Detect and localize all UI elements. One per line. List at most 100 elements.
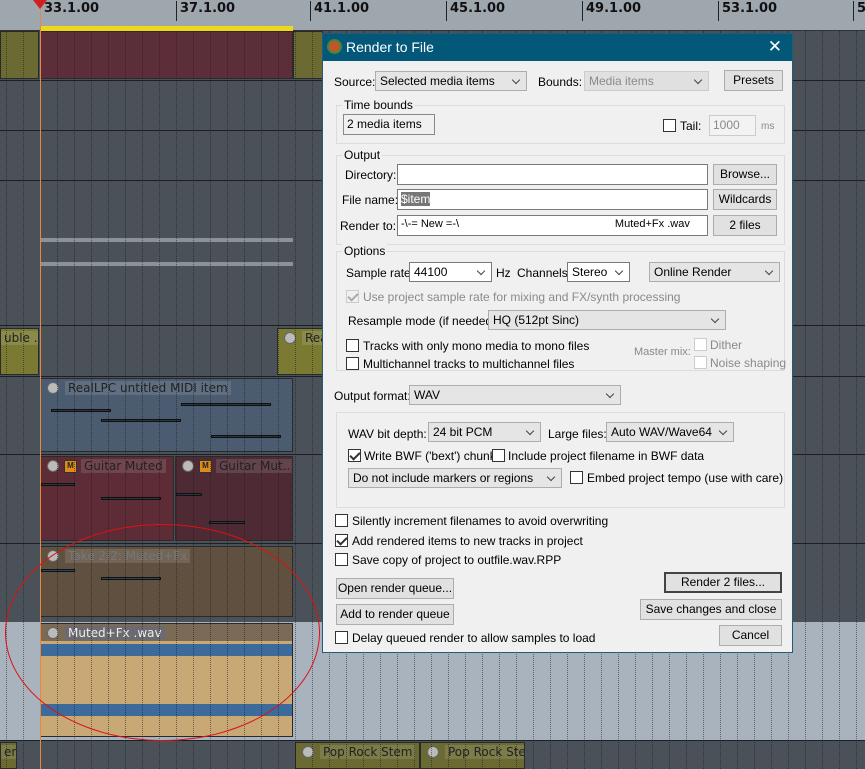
- group-title: Time bounds: [342, 98, 415, 112]
- bounds-select[interactable]: Media items: [584, 71, 709, 91]
- source-label: Source:: [334, 75, 376, 89]
- tail-label: Tail:: [680, 119, 702, 133]
- large-files-label: Large files:: [548, 427, 607, 441]
- markers-select[interactable]: Do not include markers or regions: [348, 468, 562, 488]
- output-format-select[interactable]: WAV: [409, 385, 621, 405]
- item-label: em: [1, 745, 16, 759]
- ruler-mark: 5: [853, 1, 865, 21]
- browse-button[interactable]: Browse...: [713, 164, 777, 185]
- grid-line: [6, 31, 7, 769]
- grid-line: [805, 31, 806, 769]
- dialog-title: Render to File: [346, 39, 434, 55]
- dialog-titlebar[interactable]: Render to File ✕: [323, 34, 792, 61]
- ruler-mark: 49.1.00: [582, 1, 641, 21]
- ruler-mark: 45.1.00: [446, 1, 505, 21]
- wildcards-button[interactable]: Wildcards: [713, 189, 777, 210]
- playhead-marker-icon[interactable]: [33, 0, 47, 9]
- use-project-rate-checkbox[interactable]: [346, 290, 359, 303]
- sample-rate-select[interactable]: 44100: [409, 262, 492, 282]
- item-label: Pop Rock Stem: [445, 745, 524, 759]
- silently-increment-label: Silently increment filenames to avoid ov…: [352, 514, 609, 528]
- mono-label: Tracks with only mono media to mono file…: [363, 339, 590, 353]
- dither-checkbox[interactable]: [694, 338, 707, 351]
- item-label: RealLPC untitled MIDI item: [65, 381, 231, 395]
- delay-render-label: Delay queued render to allow samples to …: [352, 631, 596, 645]
- add-to-render-queue-button[interactable]: Add to render queue: [336, 604, 454, 625]
- render-to-label: Render to:: [340, 219, 397, 233]
- large-files-select[interactable]: Auto WAV/Wave64: [606, 422, 734, 442]
- render-to-path: -\-= New =-\ Muted+Fx .wav: [397, 215, 708, 236]
- media-item[interactable]: Pop Rock Stem: [295, 742, 420, 769]
- ruler-mark: 37.1.00: [176, 1, 235, 21]
- media-item[interactable]: Rea: [277, 328, 323, 375]
- bit-depth-label: WAV bit depth:: [348, 427, 427, 441]
- save-and-close-button[interactable]: Save changes and close: [640, 599, 782, 620]
- render-button[interactable]: Render 2 files...: [664, 572, 782, 593]
- presets-button[interactable]: Presets: [724, 70, 783, 91]
- time-bounds-group: Time bounds 2 media items Tail: 1000 ms: [336, 98, 785, 144]
- track-divider: [0, 740, 865, 741]
- item-knob-icon[interactable]: [427, 746, 439, 758]
- channels-select[interactable]: Stereo: [567, 262, 630, 282]
- filename-label: File name:: [342, 193, 399, 207]
- directory-label: Directory:: [345, 168, 397, 182]
- delay-render-checkbox[interactable]: [335, 631, 348, 644]
- noise-shaping-label: Noise shaping: [710, 356, 787, 370]
- source-select[interactable]: Selected media items: [375, 71, 527, 91]
- resample-label: Resample mode (if needed):: [348, 314, 500, 328]
- midi-item[interactable]: RealLPC untitled MIDI item: [40, 378, 293, 452]
- waveform-strip: [40, 262, 293, 266]
- sample-rate-label: Sample rate:: [346, 266, 415, 280]
- grid-line: [856, 31, 857, 769]
- channels-label: Channels:: [517, 266, 572, 280]
- bwf-checkbox[interactable]: [348, 449, 361, 462]
- dither-label: Dither: [710, 338, 743, 352]
- files-button[interactable]: 2 files: [713, 215, 777, 236]
- embed-tempo-checkbox[interactable]: [570, 471, 583, 484]
- filename-selected-text: $item: [401, 192, 431, 206]
- resample-select[interactable]: HQ (512pt Sinc): [488, 310, 726, 330]
- media-item[interactable]: Pop Rock Stem: [420, 742, 525, 769]
- tail-unit: ms: [761, 121, 775, 132]
- include-filename-checkbox[interactable]: [492, 449, 505, 462]
- add-rendered-checkbox[interactable]: [335, 534, 348, 547]
- bwf-label: Write BWF ('bext') chunk: [364, 449, 496, 463]
- render-mode-select[interactable]: Online Render: [649, 262, 780, 282]
- save-copy-checkbox[interactable]: [335, 553, 348, 566]
- output-group: Output Directory: Browse... File name: $…: [336, 148, 785, 245]
- master-mix-label: Master mix:: [634, 346, 691, 358]
- grid-line: [839, 31, 840, 769]
- wav-options-group: WAV bit depth: 24 bit PCM Large files: A…: [336, 412, 785, 508]
- open-render-queue-button[interactable]: Open render queue...: [336, 578, 454, 599]
- cancel-button[interactable]: Cancel: [719, 625, 782, 646]
- include-filename-label: Include project filename in BWF data: [508, 449, 705, 463]
- noise-shaping-checkbox[interactable]: [694, 356, 707, 369]
- tail-checkbox[interactable]: [663, 119, 676, 132]
- options-group: Options Sample rate: 44100 Hz Channels: …: [336, 244, 787, 371]
- time-bounds-value: 2 media items: [343, 114, 435, 135]
- mono-checkbox[interactable]: [346, 339, 359, 352]
- add-rendered-label: Add rendered items to new tracks in proj…: [352, 534, 583, 548]
- mute-badge-icon[interactable]: M: [64, 460, 77, 473]
- media-item[interactable]: [40, 31, 293, 79]
- embed-tempo-label: Embed project tempo (use with care): [587, 471, 784, 485]
- ruler-mark: 33.1.00: [40, 1, 99, 21]
- hz-label: Hz: [496, 266, 511, 280]
- multichannel-label: Multichannel tracks to multichannel file…: [363, 357, 575, 371]
- filename-input[interactable]: $item: [397, 189, 708, 210]
- silently-increment-checkbox[interactable]: [335, 514, 348, 527]
- item-label: Pop Rock Stem: [320, 745, 416, 759]
- bounds-label: Bounds:: [538, 75, 583, 89]
- save-copy-label: Save copy of project to outfile.wav.RPP: [352, 553, 562, 567]
- media-item[interactable]: [293, 31, 323, 79]
- multichannel-checkbox[interactable]: [346, 357, 359, 370]
- waveform-strip: [40, 238, 293, 242]
- ruler-mark: 41.1.00: [310, 1, 369, 21]
- directory-input[interactable]: [397, 164, 708, 185]
- bit-depth-select[interactable]: 24 bit PCM: [428, 422, 541, 442]
- group-title: Output: [342, 148, 383, 162]
- tail-input[interactable]: 1000: [709, 115, 756, 136]
- use-project-rate-label: Use project sample rate for mixing and F…: [363, 290, 681, 304]
- close-icon[interactable]: ✕: [768, 37, 782, 57]
- media-item[interactable]: em: [0, 742, 17, 769]
